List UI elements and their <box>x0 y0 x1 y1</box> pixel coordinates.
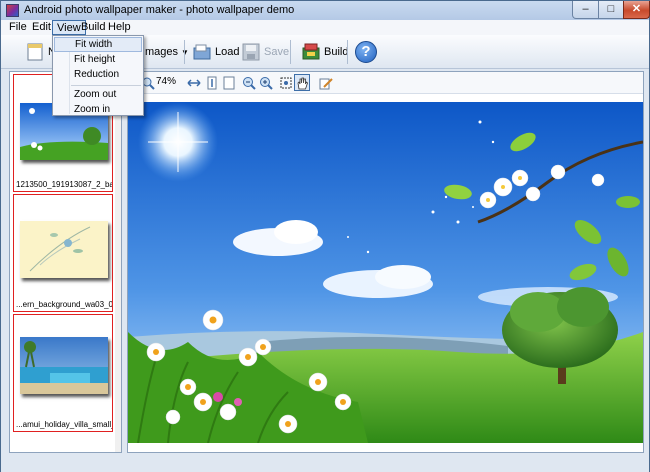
toolbar-separator <box>347 40 348 64</box>
toolbar-separator <box>290 40 291 64</box>
thumbnail-image <box>20 337 108 394</box>
status-bar <box>1 456 649 472</box>
build-icon <box>301 42 321 62</box>
menu-bar: File Edit View Build Help <box>1 20 649 35</box>
build-button[interactable]: Build <box>301 38 348 66</box>
close-button[interactable]: ✕ <box>623 1 650 19</box>
view-toolbar: 74% <box>128 72 643 94</box>
save-button[interactable]: Save <box>241 38 289 66</box>
help-button[interactable]: ? <box>355 38 377 66</box>
fit-width-icon[interactable] <box>186 74 202 91</box>
save-button-label: Save <box>264 46 290 58</box>
menu-edit[interactable]: Edit <box>28 20 55 35</box>
images-button[interactable]: mages ▼ <box>145 38 189 66</box>
minimize-button[interactable]: – <box>572 1 599 19</box>
thumbnail-scroll-area <box>115 72 121 452</box>
menu-fit-height[interactable]: Fit height <box>54 52 142 67</box>
thumbnail-item[interactable]: ...amui_holiday_villa_small_pic <box>13 314 113 432</box>
load-button-label: Load <box>215 46 240 58</box>
menu-reduction[interactable]: Reduction <box>54 67 142 82</box>
actual-size-icon[interactable] <box>221 74 237 91</box>
zoom-in-icon[interactable] <box>258 74 274 91</box>
maximize-button[interactable]: □ <box>598 1 624 19</box>
load-icon <box>192 42 212 62</box>
menu-help[interactable]: Help <box>104 20 135 35</box>
thumbnail-item[interactable]: ...ern_background_wa03_063 <box>13 194 113 312</box>
save-icon <box>241 42 261 62</box>
image-view: 74% <box>127 71 644 453</box>
thumbnail-label: 1213500_191913087_2_bak <box>16 180 112 189</box>
hand-icon[interactable] <box>294 74 310 91</box>
thumbnail-image <box>20 221 108 278</box>
menu-fit-width[interactable]: Fit width <box>54 37 142 52</box>
app-window: Android photo wallpaper maker - photo wa… <box>0 0 650 472</box>
build-button-label: Build <box>324 46 349 58</box>
help-icon: ? <box>355 41 377 63</box>
menu-zoom-out[interactable]: Zoom out <box>54 87 142 102</box>
menu-zoom-in[interactable]: Zoom in <box>54 102 142 117</box>
load-button[interactable]: Load <box>192 38 239 66</box>
thumbnail-label: ...ern_background_wa03_063 <box>16 300 112 309</box>
image-canvas[interactable] <box>128 94 643 452</box>
menu-separator <box>71 85 141 86</box>
images-button-label: mages <box>145 46 179 58</box>
title-bar: Android photo wallpaper maker - photo wa… <box>1 1 650 20</box>
window-title: Android photo wallpaper maker - photo wa… <box>24 4 295 16</box>
thumbnail-list: 1213500_191913087_2_bak ...ern_backgroun… <box>9 71 122 453</box>
new-icon <box>25 42 45 62</box>
wallpaper-image <box>128 102 643 443</box>
toolbar-separator <box>184 40 185 64</box>
view-menu-dropdown: Fit width Fit height Reduction Zoom out … <box>52 35 144 116</box>
app-icon <box>6 4 19 17</box>
thumbnail-label: ...amui_holiday_villa_small_pic <box>16 420 112 429</box>
fit-height-icon[interactable] <box>204 74 220 91</box>
zoom-out-icon[interactable] <box>241 74 257 91</box>
menu-file[interactable]: File <box>5 20 31 35</box>
edit-icon[interactable] <box>318 74 334 91</box>
select-icon[interactable] <box>278 74 294 91</box>
zoom-level: 74% <box>156 76 177 87</box>
